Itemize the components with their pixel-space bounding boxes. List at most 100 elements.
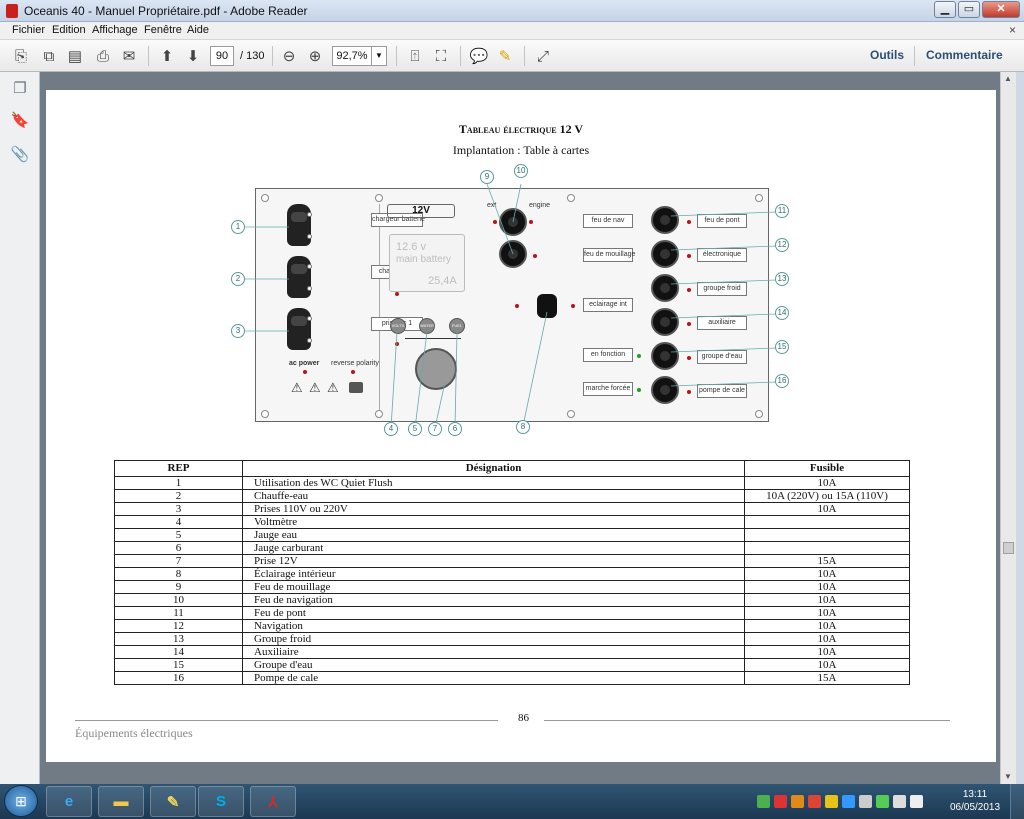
cell-fusible xyxy=(744,541,910,555)
email-button[interactable]: ✉ xyxy=(118,45,140,67)
menu-affichage[interactable]: Affichage xyxy=(92,24,138,36)
cell-rep: 7 xyxy=(114,554,243,568)
footer-section-title: Équipements électriques xyxy=(75,726,193,740)
previous-page-button[interactable]: ⬆ xyxy=(156,45,178,67)
toolbar-separator xyxy=(460,46,461,66)
taskbar: ⊞ e ▬ ✎ S ⅄ 13:11 06/05/2013 xyxy=(0,784,1024,819)
close-button[interactable]: ✕ xyxy=(982,1,1020,18)
bookmarks-button[interactable]: 🔖 xyxy=(10,110,30,130)
cell-rep: 1 xyxy=(114,476,243,490)
volume-icon[interactable] xyxy=(774,795,787,808)
fit-page-icon: ⍐ xyxy=(410,47,420,65)
toolbar-separator xyxy=(524,46,525,66)
scroll-down-icon[interactable]: ▼ xyxy=(1004,772,1012,781)
print-button[interactable]: ⎙ xyxy=(92,45,114,67)
comment-pane-button[interactable]: Commentaire xyxy=(926,48,1003,62)
cell-designation: Jauge eau xyxy=(242,528,745,542)
cell-fusible: 10A xyxy=(744,593,910,607)
speaker-icon[interactable] xyxy=(910,795,923,808)
close-document-button[interactable]: × xyxy=(1009,23,1016,37)
maximize-button[interactable]: ▭ xyxy=(958,1,980,18)
cell-designation: Pompe de cale xyxy=(242,671,745,685)
start-button[interactable]: ⊞ xyxy=(4,785,38,817)
cell-designation: Chauffe-eau xyxy=(242,489,745,503)
system-clock[interactable]: 13:11 06/05/2013 xyxy=(950,788,1000,814)
fit-width-button[interactable]: ⛶ xyxy=(430,45,452,67)
table-row: 2 Chauffe-eau 10A (220V) ou 15A (110V) xyxy=(114,489,910,503)
close-icon: ✕ xyxy=(996,3,1006,15)
table-row: 10 Feu de navigation 10A xyxy=(114,593,910,607)
menu-fenetre[interactable]: Fenêtre xyxy=(144,24,182,36)
zoom-in-button[interactable]: ⊕ xyxy=(304,45,326,67)
comment-button[interactable]: 💬 xyxy=(468,45,490,67)
save-button[interactable]: ▤ xyxy=(64,45,86,67)
table-row: 4 Voltmètre xyxy=(114,515,910,529)
callout-11: 11 xyxy=(775,204,789,218)
highlighter-icon: ✎ xyxy=(498,48,512,65)
arrow-down-icon: ⬇ xyxy=(186,48,200,65)
cell-fusible: 15A xyxy=(744,671,910,685)
bookmark-icon: 🔖 xyxy=(10,112,30,129)
taskbar-app-explorer[interactable]: ▬ xyxy=(98,786,144,817)
menu-aide[interactable]: Aide xyxy=(187,24,209,36)
scroll-up-icon[interactable]: ▲ xyxy=(1004,74,1012,83)
window-title: Oceanis 40 - Manuel Propriétaire.pdf - A… xyxy=(24,4,308,18)
pages-icon: ❐ xyxy=(13,80,27,97)
menu-fichier[interactable]: Fichier xyxy=(12,24,45,36)
wireless-icon[interactable] xyxy=(893,795,906,808)
callout-8: 8 xyxy=(516,420,530,434)
display-icon[interactable] xyxy=(859,795,872,808)
minimize-button[interactable]: ▁ xyxy=(934,1,956,18)
attachments-button[interactable]: 📎 xyxy=(10,144,30,164)
fit-page-button[interactable]: ⍐ xyxy=(404,45,426,67)
taskbar-app-notes[interactable]: ✎ xyxy=(150,786,196,817)
show-desktop-button[interactable] xyxy=(1010,784,1024,819)
cell-rep: 8 xyxy=(114,567,243,581)
cell-designation: Prise 12V xyxy=(242,554,745,568)
page-number-input[interactable]: 90 xyxy=(210,46,234,66)
menu-edition[interactable]: Edition xyxy=(52,24,86,36)
network-status-icon[interactable] xyxy=(757,795,770,808)
zoom-dropdown-button[interactable]: ▼ xyxy=(371,46,387,66)
full-screen-button[interactable]: ⤢ xyxy=(532,45,554,67)
table-row: 13 Groupe froid 10A xyxy=(114,632,910,646)
callout-14: 14 xyxy=(775,306,789,320)
taskbar-app-skype[interactable]: S xyxy=(198,786,244,817)
callout-12: 12 xyxy=(775,238,789,252)
vertical-scrollbar[interactable]: ▲ ▼ xyxy=(1000,72,1016,784)
zoom-in-icon: ⊕ xyxy=(308,48,322,65)
explorer-icon: ▬ xyxy=(113,793,129,810)
avast-icon[interactable] xyxy=(791,795,804,808)
adobe-reader-icon: ⅄ xyxy=(268,793,278,811)
zoom-out-button[interactable]: ⊖ xyxy=(278,45,300,67)
zoom-out-icon: ⊖ xyxy=(282,48,296,65)
maximize-icon: ▭ xyxy=(963,3,975,15)
next-page-button[interactable]: ⬇ xyxy=(182,45,204,67)
table-row: 1 Utilisation des WC Quiet Flush 10A xyxy=(114,476,910,490)
action-center-icon[interactable] xyxy=(842,795,855,808)
taskbar-app-internet-explorer[interactable]: e xyxy=(46,786,92,817)
zoom-level-input[interactable]: 92,7% xyxy=(332,46,372,66)
cell-fusible: 10A xyxy=(744,619,910,633)
tray-app-icon[interactable] xyxy=(808,795,821,808)
callout-leader-lines xyxy=(245,183,777,429)
cell-rep: 13 xyxy=(114,632,243,646)
tray-app-icon[interactable] xyxy=(876,795,889,808)
taskbar-app-adobe-reader[interactable]: ⅄ xyxy=(250,786,296,817)
table-row: 14 Auxiliaire 10A xyxy=(114,645,910,659)
scrollbar-thumb[interactable] xyxy=(1003,542,1014,554)
tray-app-icon[interactable] xyxy=(825,795,838,808)
header-designation: Désignation xyxy=(242,460,745,477)
page-title: Tableau électrique 12 V xyxy=(458,122,584,136)
table-row: 12 Navigation 10A xyxy=(114,619,910,633)
tools-pane-button[interactable]: Outils xyxy=(870,48,904,62)
callout-16: 16 xyxy=(775,374,789,388)
create-pdf-button[interactable]: ⎘ xyxy=(10,45,32,67)
electrical-panel-diagram: chargeur batterie chauffe eau prise ac 1… xyxy=(231,164,801,438)
highlight-button[interactable]: ✎ xyxy=(494,45,516,67)
footer-rule xyxy=(544,720,950,721)
internet-explorer-icon: e xyxy=(64,793,74,810)
create-pdf-icon: ⎘ xyxy=(14,47,27,65)
combine-button[interactable]: ⧉ xyxy=(38,45,60,67)
page-thumbnails-button[interactable]: ❐ xyxy=(10,78,30,98)
